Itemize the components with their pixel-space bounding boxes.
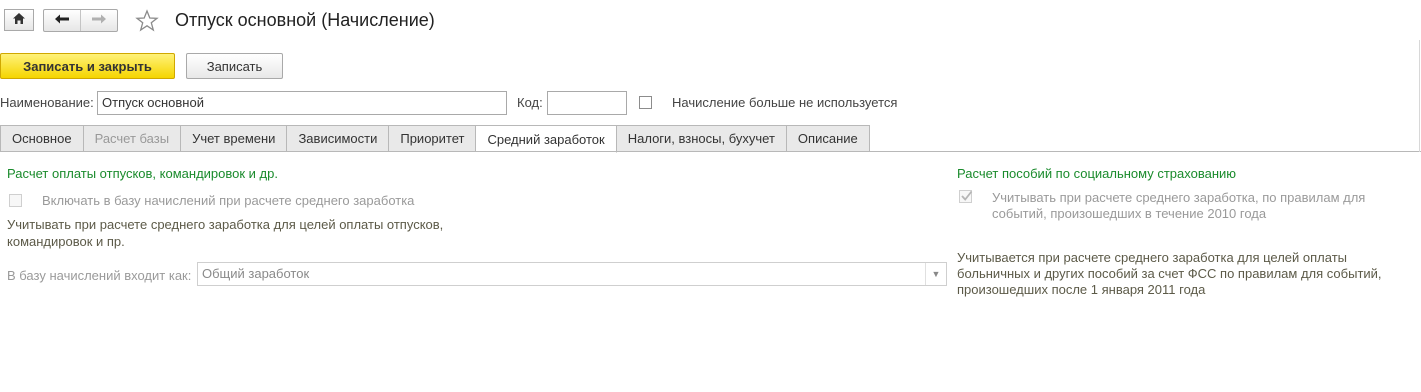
- fss-2010-label-line2: событий, произошедших в течение 2010 год…: [992, 206, 1267, 221]
- right-section-heading: Расчет пособий по социальному страховани…: [957, 166, 1237, 181]
- right-border: [1419, 40, 1420, 152]
- left-note-line2: командировок и пр.: [7, 234, 125, 249]
- page-title: Отпуск основной (Начисление): [175, 10, 435, 30]
- save-and-close-button[interactable]: Записать и закрыть: [0, 53, 175, 79]
- arrow-right-icon: [91, 13, 107, 28]
- base-type-select[interactable]: Общий заработок ▼: [197, 262, 947, 286]
- home-icon: [12, 12, 26, 28]
- back-button[interactable]: [44, 10, 81, 31]
- favorite-button[interactable]: [135, 9, 159, 36]
- tab-bar: Основное Расчет базы Учет времени Зависи…: [0, 125, 870, 153]
- unused-checkbox[interactable]: [639, 96, 652, 109]
- right-note-line1: Учитывается при расчете среднего заработ…: [957, 250, 1347, 265]
- include-in-base-label: Включать в базу начислений при расчете с…: [42, 193, 415, 208]
- include-in-base-checkbox[interactable]: [9, 194, 22, 207]
- tab-description[interactable]: Описание: [786, 125, 870, 152]
- base-type-label: В базу начислений входит как:: [7, 268, 192, 283]
- tab-dependencies[interactable]: Зависимости: [287, 125, 390, 152]
- forward-button[interactable]: [81, 10, 117, 31]
- tab-average-earnings[interactable]: Средний заработок: [476, 125, 617, 153]
- name-input[interactable]: Отпуск основной: [97, 91, 507, 115]
- tab-time-accounting[interactable]: Учет времени: [181, 125, 288, 152]
- left-note-line1: Учитывать при расчете среднего заработка…: [7, 217, 444, 232]
- code-input[interactable]: [547, 91, 627, 115]
- arrow-left-icon: [54, 13, 70, 28]
- base-type-value: Общий заработок: [202, 266, 310, 281]
- home-button[interactable]: [4, 9, 34, 31]
- tab-base-calc[interactable]: Расчет базы: [83, 125, 182, 152]
- code-label: Код:: [517, 95, 543, 110]
- right-note-line3: произошедших после 1 января 2011 года: [957, 282, 1206, 297]
- name-label: Наименование:: [0, 95, 94, 110]
- left-section-heading: Расчет оплаты отпусков, командировок и д…: [7, 166, 278, 181]
- history-nav: [43, 9, 118, 32]
- fss-2010-checkbox[interactable]: [959, 189, 973, 206]
- checkmark-icon: [960, 189, 973, 206]
- fss-2010-label-line1: Учитывать при расчете среднего заработка…: [992, 190, 1366, 205]
- right-note-line2: больничных и других пособий за счет ФСС …: [957, 266, 1382, 281]
- tab-divider: [0, 151, 1421, 152]
- tab-taxes[interactable]: Налоги, взносы, бухучет: [616, 125, 787, 152]
- star-icon: [135, 9, 159, 36]
- tab-priority[interactable]: Приоритет: [389, 125, 477, 152]
- dropdown-arrow-icon[interactable]: ▼: [925, 263, 946, 285]
- save-button[interactable]: Записать: [186, 53, 283, 79]
- unused-label: Начисление больше не используется: [672, 95, 898, 110]
- tab-main[interactable]: Основное: [0, 125, 84, 152]
